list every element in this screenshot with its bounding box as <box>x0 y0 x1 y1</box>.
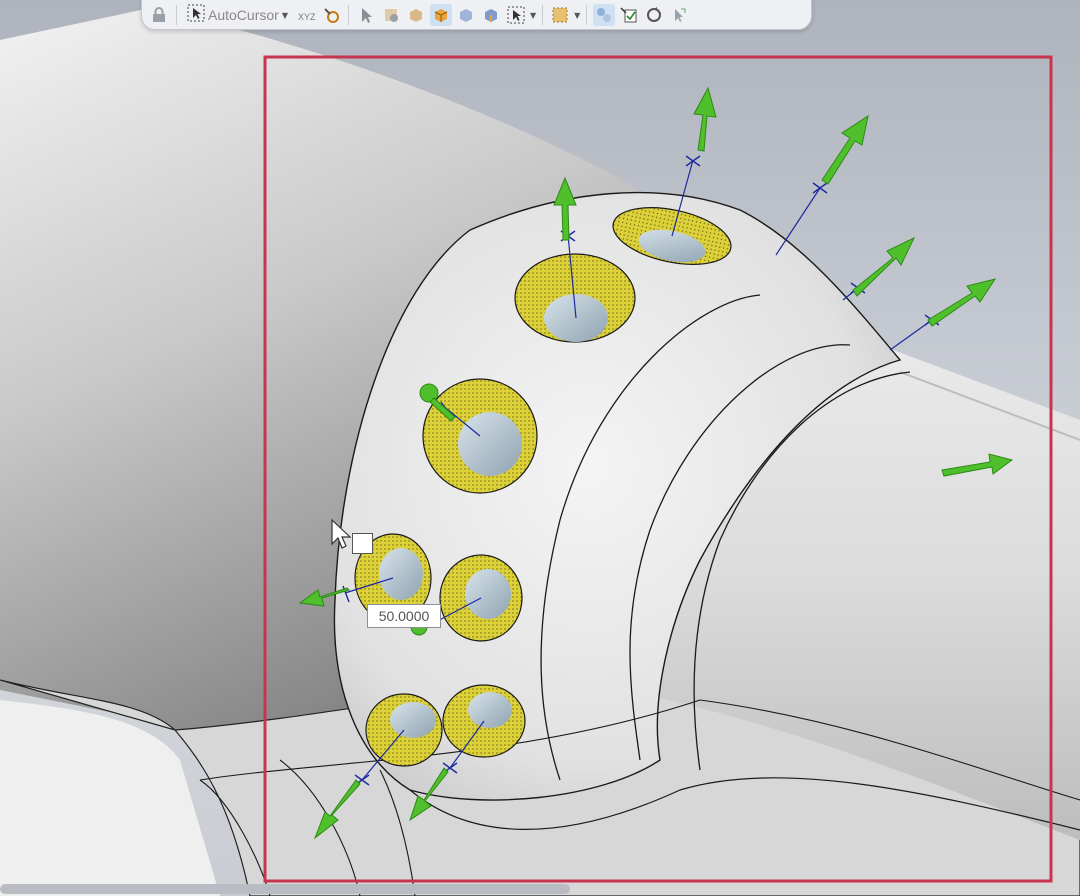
lasso-select-icon[interactable] <box>549 4 571 26</box>
dimension-value-box[interactable]: 50.0000 <box>367 604 441 628</box>
body-icon[interactable] <box>429 4 452 26</box>
part-icon[interactable] <box>405 4 427 26</box>
chevron-down-icon[interactable]: ▼ <box>530 11 536 20</box>
component-icon[interactable] <box>380 4 402 26</box>
cad-3d-viewport[interactable]: AutoCursor ▼ XYZ ▼ ▼ 50.0000 <box>0 0 1080 896</box>
pick-arrow-icon[interactable] <box>668 4 690 26</box>
xyz-axis-icon[interactable]: XYZ <box>295 4 317 26</box>
chevron-down-icon: ▼ <box>281 10 288 20</box>
selection-toolbar: AutoCursor ▼ XYZ ▼ ▼ <box>141 0 812 30</box>
lock-icon[interactable] <box>148 4 170 26</box>
box-select-icon[interactable] <box>505 4 527 26</box>
edge-icon[interactable] <box>480 4 502 26</box>
face-icon[interactable] <box>455 4 477 26</box>
toolbar-separator <box>347 5 349 25</box>
toolbar-separator <box>176 5 177 25</box>
toolbar-separator <box>542 5 544 25</box>
arrow-select-icon[interactable] <box>355 4 377 26</box>
mouse-cursor-icon <box>331 518 352 549</box>
autocursor-label: AutoCursor <box>208 7 279 23</box>
cycle-icon[interactable] <box>643 4 665 26</box>
normal-arrow-2 <box>821 114 869 185</box>
autocursor-dropdown[interactable]: AutoCursor ▼ <box>183 4 292 27</box>
snap-settings-icon[interactable] <box>320 4 342 26</box>
horizontal-scrollbar[interactable] <box>0 884 570 894</box>
svg-text:XYZ: XYZ <box>298 12 316 22</box>
hole-top[interactable] <box>514 253 636 343</box>
cursor-drag-indicator <box>352 533 373 554</box>
autocursor-select-icon <box>187 4 205 27</box>
chevron-down-icon[interactable]: ▼ <box>574 11 580 20</box>
normal-arrow-5 <box>927 278 997 327</box>
selection-filter-icon[interactable] <box>593 4 616 26</box>
normal-arrow-4 <box>852 236 916 297</box>
model-scene[interactable] <box>0 0 1080 896</box>
toolbar-separator <box>586 5 588 25</box>
pick-list-icon[interactable] <box>618 4 640 26</box>
normal-arrow-1 <box>693 86 717 152</box>
